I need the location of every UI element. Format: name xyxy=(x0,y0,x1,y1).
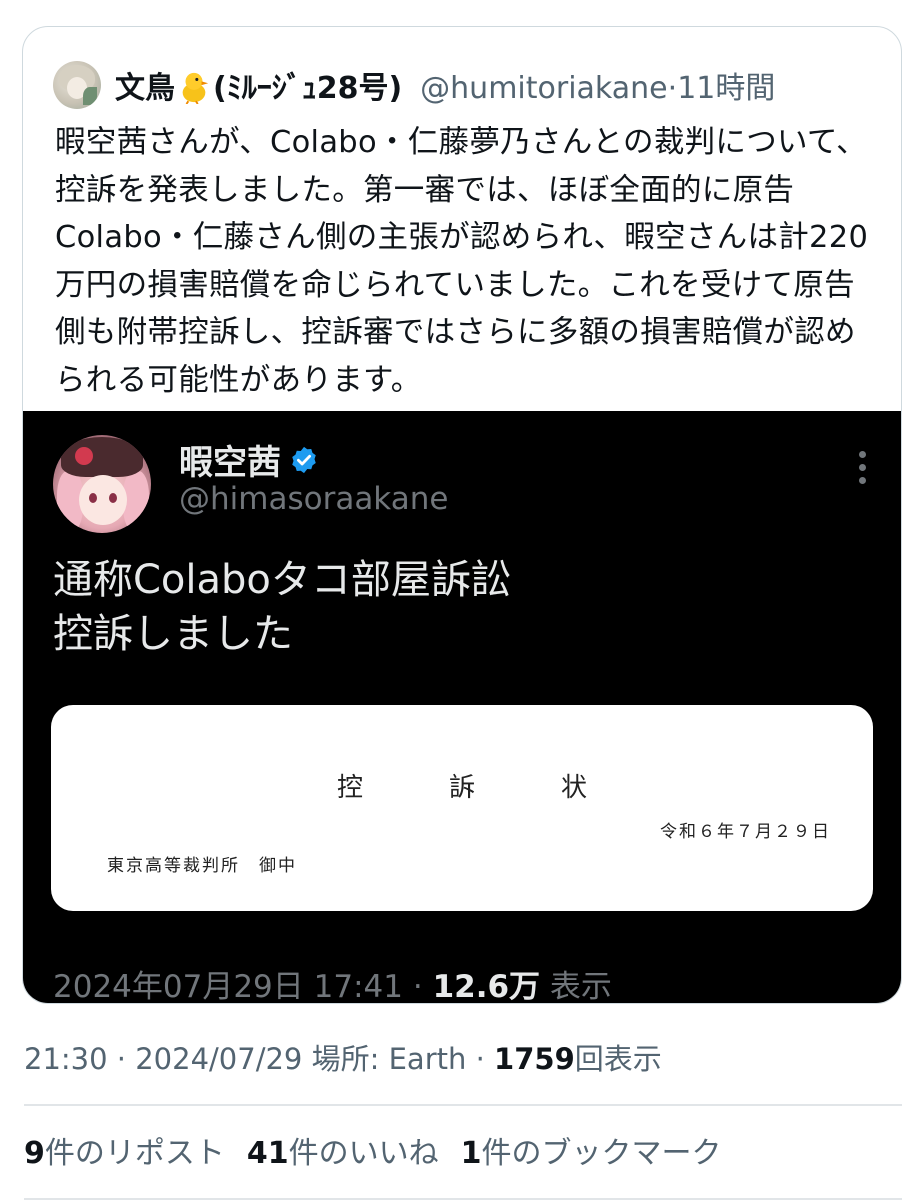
likes-label: 件のいいね xyxy=(288,1136,439,1171)
reposts-stat[interactable]: 9件のリポスト xyxy=(24,1128,225,1172)
quote-author-name-text: 文鳥 xyxy=(115,71,175,106)
quote-author-name[interactable]: 文鳥 (ﾐﾙｰｼﾞｭ28号) xyxy=(115,63,402,107)
embedded-timestamp: 2024年07月29日 17:41 xyxy=(53,969,403,1004)
separator-dot: · xyxy=(116,1042,127,1076)
divider xyxy=(24,1198,902,1200)
document-title: 控 訴 状 xyxy=(336,773,617,803)
bookmarks-count: 1 xyxy=(460,1136,482,1171)
baby-chick-icon xyxy=(182,72,209,104)
document-court: 東京高等裁判所 御中 xyxy=(107,856,297,876)
likes-count: 41 xyxy=(246,1136,289,1171)
post-meta: 21:30 · 2024/07/29 場所: Earth · 1759回表示 xyxy=(24,1036,662,1078)
bookmarks-label: 件のブックマーク xyxy=(481,1136,722,1171)
quote-author-name-suffix: (ﾐﾙｰｼﾞｭ28号) xyxy=(213,71,403,106)
post-views-count: 1759 xyxy=(494,1042,575,1076)
embedded-post-meta: 2024年07月29日 17:41 · 12.6万 表示 xyxy=(53,961,612,1004)
post-location: 場所: Earth xyxy=(311,1042,467,1076)
post-views-label: 回表示 xyxy=(574,1042,662,1076)
embedded-author-name: 暇空茜 xyxy=(179,435,319,484)
bookmarks-stat[interactable]: 1件のブックマーク xyxy=(461,1128,722,1172)
document-image: 控 訴 状 令和６年７月２９日 東京高等裁判所 御中 xyxy=(51,705,873,911)
embedded-text-line-2: 控訴しました xyxy=(53,611,293,657)
embedded-text-line-1: 通称Colaboタコ部屋訴訟 xyxy=(53,557,511,603)
quote-tweet-card[interactable]: 文鳥 (ﾐﾙｰｼﾞｭ28号) @humitoriakane·11時間 暇空茜さんが… xyxy=(22,26,902,1004)
embedded-post-screenshot[interactable]: 暇空茜 @himasoraakane 通称Colaboタコ部屋訴訟 控訴しました… xyxy=(23,411,901,1004)
embedded-author-avatar xyxy=(53,435,151,533)
engagement-stats: 9件のリポスト 41件のいいね 1件のブックマーク xyxy=(24,1128,722,1172)
quote-time-ago: 11時間 xyxy=(677,71,776,106)
verified-badge-icon xyxy=(292,446,316,473)
reposts-count: 9 xyxy=(24,1136,45,1171)
separator-dot: · xyxy=(667,71,678,106)
quote-header: 文鳥 (ﾐﾙｰｼﾞｭ28号) @humitoriakane·11時間 xyxy=(53,61,775,109)
embedded-author-handle: @himasoraakane xyxy=(179,481,449,517)
likes-stat[interactable]: 41件のいいね xyxy=(247,1128,439,1172)
quote-author-avatar[interactable] xyxy=(53,61,101,109)
embedded-views-count: 12.6万 xyxy=(432,969,541,1004)
quote-author-handle: @humitoriakane xyxy=(420,71,668,106)
post-date[interactable]: 2024/07/29 xyxy=(135,1042,302,1076)
document-date: 令和６年７月２９日 xyxy=(660,822,831,842)
embedded-author-name-text: 暇空茜 xyxy=(179,443,281,483)
quote-author-handle-line[interactable]: @humitoriakane·11時間 xyxy=(420,63,775,107)
embedded-post-text: 通称Colaboタコ部屋訴訟 控訴しました xyxy=(53,553,511,661)
embedded-views-label: 表示 xyxy=(549,969,612,1004)
divider xyxy=(24,1104,902,1106)
reposts-label: 件のリポスト xyxy=(44,1136,225,1171)
quote-text: 暇空茜さんが、Colabo・仁藤夢乃さんとの裁判について、控訴を発表しました。第… xyxy=(55,125,869,398)
separator-dot: · xyxy=(475,1042,485,1076)
post-time[interactable]: 21:30 xyxy=(24,1042,108,1076)
more-vertical-icon xyxy=(857,451,867,487)
separator-dot: · xyxy=(412,969,423,1004)
